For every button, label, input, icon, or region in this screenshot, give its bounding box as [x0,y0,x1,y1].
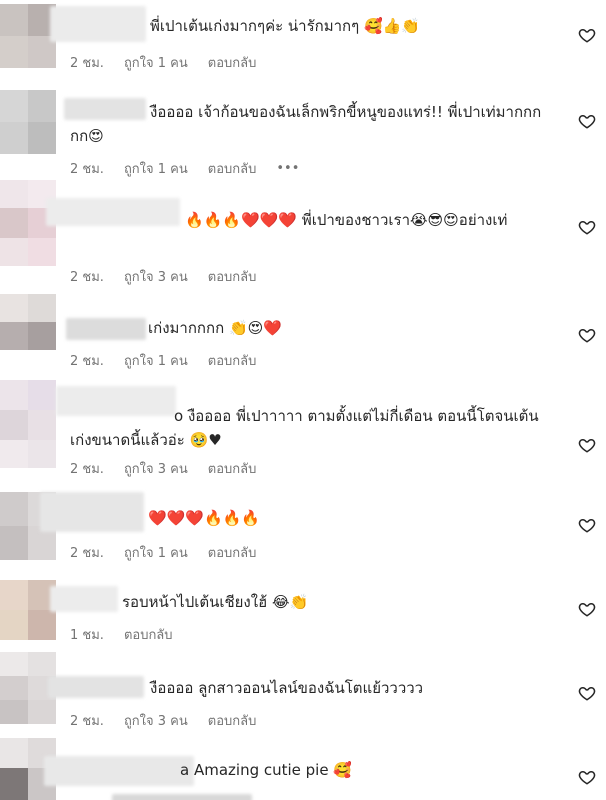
comment-text: งืออออ ลูกสาวออนไลน์ของฉันโตแย้ววววว [150,679,424,697]
reply-button[interactable]: ตอบกลับ [208,52,257,73]
comment-time: 2 ชม. [70,546,104,561]
reply-button[interactable]: ตอบกลับ [124,624,173,645]
comment-meta: 2 ชม. ถูกใจ 3 คน ตอบกลับ [70,710,256,731]
comment-text: พี่เปาเต้นเก่งมากๆค่ะ น่ารักมากๆ 🥰👍👏 [150,17,420,35]
likes-count[interactable]: ถูกใจ 1 คน [124,52,188,73]
comment-item: ❤️❤️❤️🔥🔥🔥 2 ชม. ถูกใจ 1 คน ตอบกลับ [0,488,606,568]
meta-cut-off [112,794,252,800]
avatar[interactable] [0,294,56,350]
comment-meta: 2 ชม. ถูกใจ 1 คน ตอบกลับ ••• [70,158,299,179]
heart-outline-icon[interactable] [578,684,596,702]
username-blurred[interactable] [40,492,144,532]
comment-meta: 2 ชม. ถูกใจ 1 คน ตอบกลับ [70,350,256,371]
heart-outline-icon[interactable] [578,768,596,786]
comment-time: 2 ชม. [70,56,104,71]
comment-text: 🔥🔥🔥❤️❤️❤️ พี่เปาของชาวเรา😭😎😍อย่างเท่ [185,211,508,229]
comment-time: 2 ชม. [70,714,104,729]
comment-meta: 2 ชม. ถูกใจ 1 คน ตอบกลับ [70,52,256,73]
reply-button[interactable]: ตอบกลับ [208,458,257,479]
heart-outline-icon[interactable] [578,26,596,44]
comment-item: พี่เปาเต้นเก่งมากๆค่ะ น่ารักมากๆ 🥰👍👏 2 ช… [0,0,606,80]
likes-count[interactable]: ถูกใจ 3 คน [124,266,188,287]
avatar[interactable] [0,4,56,68]
more-options-icon[interactable]: ••• [276,161,299,176]
comment-meta: 2 ชม. ถูกใจ 3 คน ตอบกลับ [70,266,256,287]
likes-count[interactable]: ถูกใจ 3 คน [124,458,188,479]
comment-item: งืออออ เจ้าก้อนของฉันเล็กพริกขี้หนูของแท… [0,82,606,182]
avatar[interactable] [0,380,56,468]
username-blurred[interactable] [44,756,194,786]
heart-outline-icon[interactable] [578,326,596,344]
comment-text: ❤️❤️❤️🔥🔥🔥 [148,509,261,527]
likes-count[interactable]: ถูกใจ 1 คน [124,158,188,179]
username-blurred[interactable] [50,586,118,612]
heart-outline-icon[interactable] [578,112,596,130]
comment-time: 2 ชม. [70,162,104,177]
avatar[interactable] [0,580,56,640]
comment-meta: 2 ชม. ถูกใจ 1 คน ตอบกลับ [70,542,256,563]
likes-count[interactable]: ถูกใจ 1 คน [124,350,188,371]
comment-item: 🔥🔥🔥❤️❤️❤️ พี่เปาของชาวเรา😭😎😍อย่างเท่ 2 ช… [0,178,606,288]
username-blurred[interactable] [50,6,146,42]
comment-item: o งืออออ พี่เปาาาาา ตามตั้งแต่ไม่กี่เดือ… [0,376,606,480]
heart-outline-icon[interactable] [578,600,596,618]
username-blurred[interactable] [48,676,144,698]
comment-text: o งืออออ พี่เปาาาาา ตามตั้งแต่ไม่กี่เดือ… [70,407,539,449]
avatar[interactable] [0,90,56,154]
comment-item: รอบหน้าไปเต้นเชียงใฮ้ 😂👏 1 ชม. ตอบกลับ [0,574,606,646]
comment-text: เก่งมากกกก 👏😍❤️ [148,319,282,337]
heart-outline-icon[interactable] [578,218,596,236]
comment-item: งืออออ ลูกสาวออนไลน์ของฉันโตแย้ววววว 2 ช… [0,652,606,730]
likes-count[interactable]: ถูกใจ 1 คน [124,542,188,563]
username-blurred[interactable] [66,318,146,340]
reply-button[interactable]: ตอบกลับ [208,266,257,287]
comment-time: 2 ชม. [70,462,104,477]
comment-meta: 2 ชม. ถูกใจ 3 คน ตอบกลับ [70,458,256,479]
comment-text: รอบหน้าไปเต้นเชียงใฮ้ 😂👏 [122,593,309,611]
comment-time: 2 ชม. [70,354,104,369]
reply-button[interactable]: ตอบกลับ [208,350,257,371]
comment-meta: 1 ชม. ตอบกลับ [70,624,173,645]
comment-time: 1 ชม. [70,628,104,643]
reply-button[interactable]: ตอบกลับ [208,710,257,731]
comment-item: เก่งมากกกก 👏😍❤️ 2 ชม. ถูกใจ 1 คน ตอบกลับ [0,292,606,372]
reply-button[interactable]: ตอบกลับ [208,542,257,563]
heart-outline-icon[interactable] [578,516,596,534]
comment-item: a Amazing cutie pie 🥰 [0,734,606,800]
comments-panel: พี่เปาเต้นเก่งมากๆค่ะ น่ารักมากๆ 🥰👍👏 2 ช… [0,0,606,800]
comment-time: 2 ชม. [70,270,104,285]
comment-text: a Amazing cutie pie 🥰 [180,761,353,779]
heart-outline-icon[interactable] [578,436,596,454]
likes-count[interactable]: ถูกใจ 3 คน [124,710,188,731]
reply-button[interactable]: ตอบกลับ [208,158,257,179]
comment-text: งืออออ เจ้าก้อนของฉันเล็กพริกขี้หนูของแท… [70,103,542,145]
